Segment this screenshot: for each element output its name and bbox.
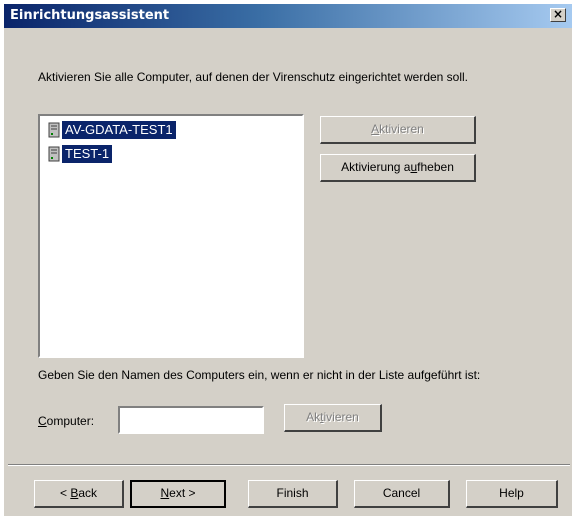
- cancel-button[interactable]: Cancel: [354, 480, 450, 508]
- add-activate-label-rest: ivieren: [323, 410, 359, 424]
- help-button[interactable]: Help: [466, 480, 558, 508]
- activate-button[interactable]: Aktivieren: [320, 116, 476, 144]
- computer-label-rest: omputer:: [46, 414, 95, 428]
- activate-button-mnemonic: A: [371, 122, 380, 136]
- add-computer-activate-button[interactable]: Aktivieren: [284, 404, 382, 432]
- list-item-label: TEST-1: [62, 145, 113, 163]
- list-item-label: AV-GDATA-TEST1: [62, 121, 176, 139]
- setup-wizard-dialog: Einrichtungsassistent × Aktivieren Sie a…: [4, 4, 572, 516]
- add-activate-label: Ak: [306, 410, 321, 424]
- close-button[interactable]: ×: [550, 8, 566, 22]
- list-item[interactable]: TEST-1: [48, 144, 113, 164]
- computer-label-mnemonic: C: [38, 414, 47, 428]
- next-button-mnemonic: N: [160, 486, 170, 500]
- back-button[interactable]: < Back: [34, 480, 124, 508]
- list-item[interactable]: AV-GDATA-TEST1: [48, 120, 176, 140]
- back-button-label: <: [59, 486, 71, 500]
- computer-icon: [48, 146, 60, 162]
- title-bar[interactable]: Einrichtungsassistent ×: [4, 4, 572, 28]
- computer-name-input[interactable]: [118, 406, 264, 434]
- computer-field-label: Computer:: [38, 414, 94, 428]
- computer-list[interactable]: AV-GDATA-TEST1 TEST-1: [38, 114, 304, 358]
- next-button-label-rest: ext >: [169, 486, 196, 500]
- deactivate-button[interactable]: Aktivierung aufheben: [320, 154, 476, 182]
- computer-icon: [48, 122, 60, 138]
- manual-entry-hint: Geben Sie den Namen des Computers ein, w…: [38, 368, 481, 382]
- window-title: Einrichtungsassistent: [10, 8, 170, 23]
- deactivate-button-label: Aktivierung a: [341, 160, 411, 174]
- footer-separator: [8, 464, 570, 466]
- back-button-label-rest: ack: [78, 486, 98, 500]
- finish-button[interactable]: Finish: [248, 480, 338, 508]
- deactivate-button-label-rest: fheben: [417, 160, 454, 174]
- instruction-text: Aktivieren Sie alle Computer, auf denen …: [38, 70, 469, 84]
- activate-button-label-rest: ktivieren: [379, 122, 424, 136]
- next-button[interactable]: Next >: [130, 480, 226, 508]
